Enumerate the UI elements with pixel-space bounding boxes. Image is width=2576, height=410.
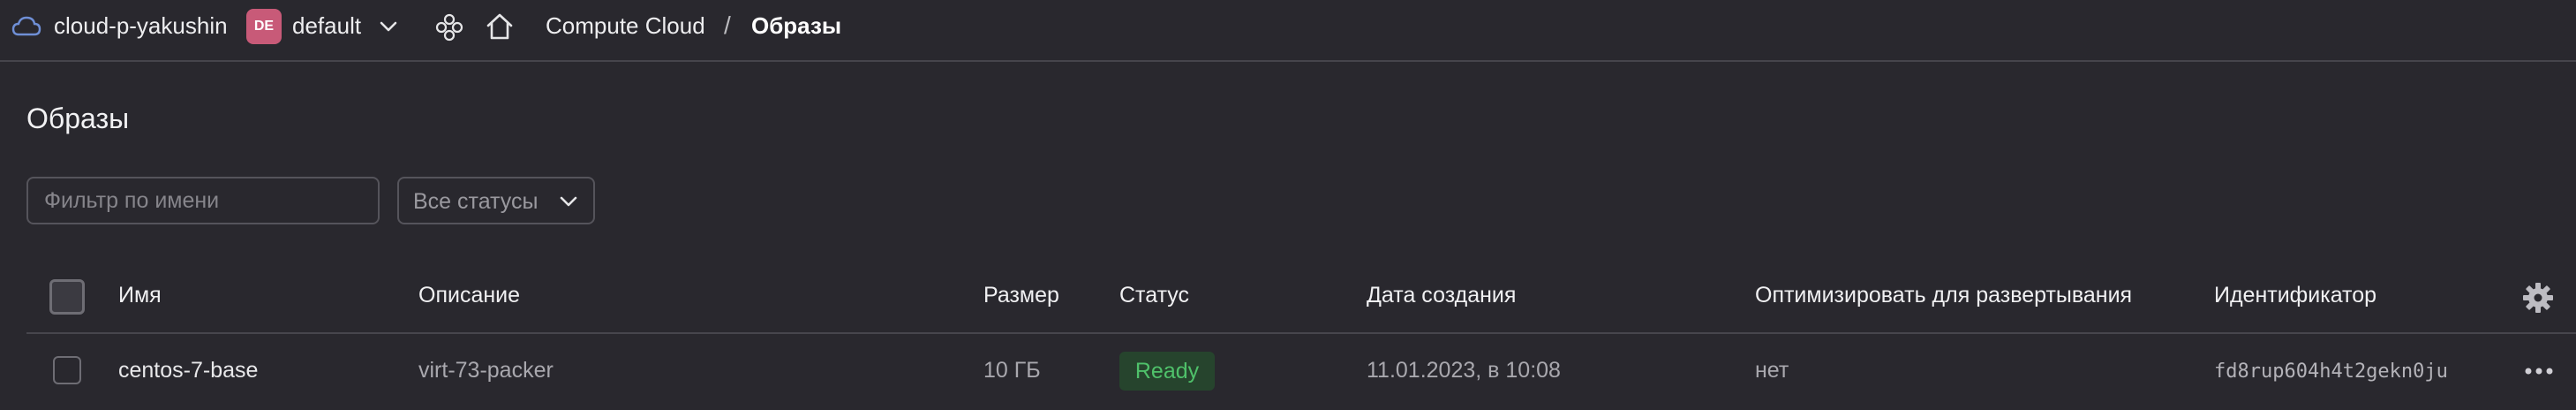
cell-size: 10 ГБ xyxy=(983,358,1041,383)
status-badge: Ready xyxy=(1119,352,1215,391)
column-header-status[interactable]: Статус xyxy=(1119,283,1189,308)
more-dots-icon[interactable] xyxy=(2523,362,2555,380)
cell-description: virt-73-packer xyxy=(418,358,554,383)
table-header-divider xyxy=(26,332,2576,334)
folder-name[interactable]: default xyxy=(292,12,361,40)
name-filter-input[interactable] xyxy=(26,177,380,224)
services-icon[interactable] xyxy=(434,12,464,42)
folder-badge[interactable]: DE xyxy=(246,9,282,44)
column-header-created[interactable]: Дата создания xyxy=(1367,283,1516,308)
cell-created: 11.01.2023, в 10:08 xyxy=(1367,358,1561,383)
status-filter-select[interactable]: Все статусы xyxy=(397,177,595,224)
top-bar: cloud-p-yakushin DE default Compute Clou… xyxy=(0,0,2576,62)
column-header-optimize[interactable]: Оптимизировать для развертывания xyxy=(1755,283,2132,308)
status-filter-value: Все статусы xyxy=(413,189,539,214)
cell-name[interactable]: centos-7-base xyxy=(118,358,258,383)
column-header-name[interactable]: Имя xyxy=(118,283,162,308)
column-header-description[interactable]: Описание xyxy=(418,283,520,308)
page-title: Образы xyxy=(26,102,130,134)
chevron-down-icon[interactable] xyxy=(378,18,399,35)
row-checkbox[interactable] xyxy=(53,356,81,384)
select-all-checkbox[interactable] xyxy=(49,279,85,315)
breadcrumb-service[interactable]: Compute Cloud xyxy=(546,12,705,40)
cloud-name[interactable]: cloud-p-yakushin xyxy=(54,12,228,40)
home-icon[interactable] xyxy=(484,11,516,42)
column-header-size[interactable]: Размер xyxy=(983,283,1059,308)
column-header-id[interactable]: Идентификатор xyxy=(2214,283,2376,308)
breadcrumb-separator: / xyxy=(724,11,731,39)
settings-gear-icon[interactable] xyxy=(2521,281,2555,315)
chevron-down-icon xyxy=(560,196,577,207)
breadcrumb-current: Образы xyxy=(751,12,842,39)
cell-optimize: нет xyxy=(1755,358,1789,383)
cell-id: fd8rup604h4t2gekn0ju xyxy=(2214,361,2448,383)
cloud-icon xyxy=(11,16,41,36)
